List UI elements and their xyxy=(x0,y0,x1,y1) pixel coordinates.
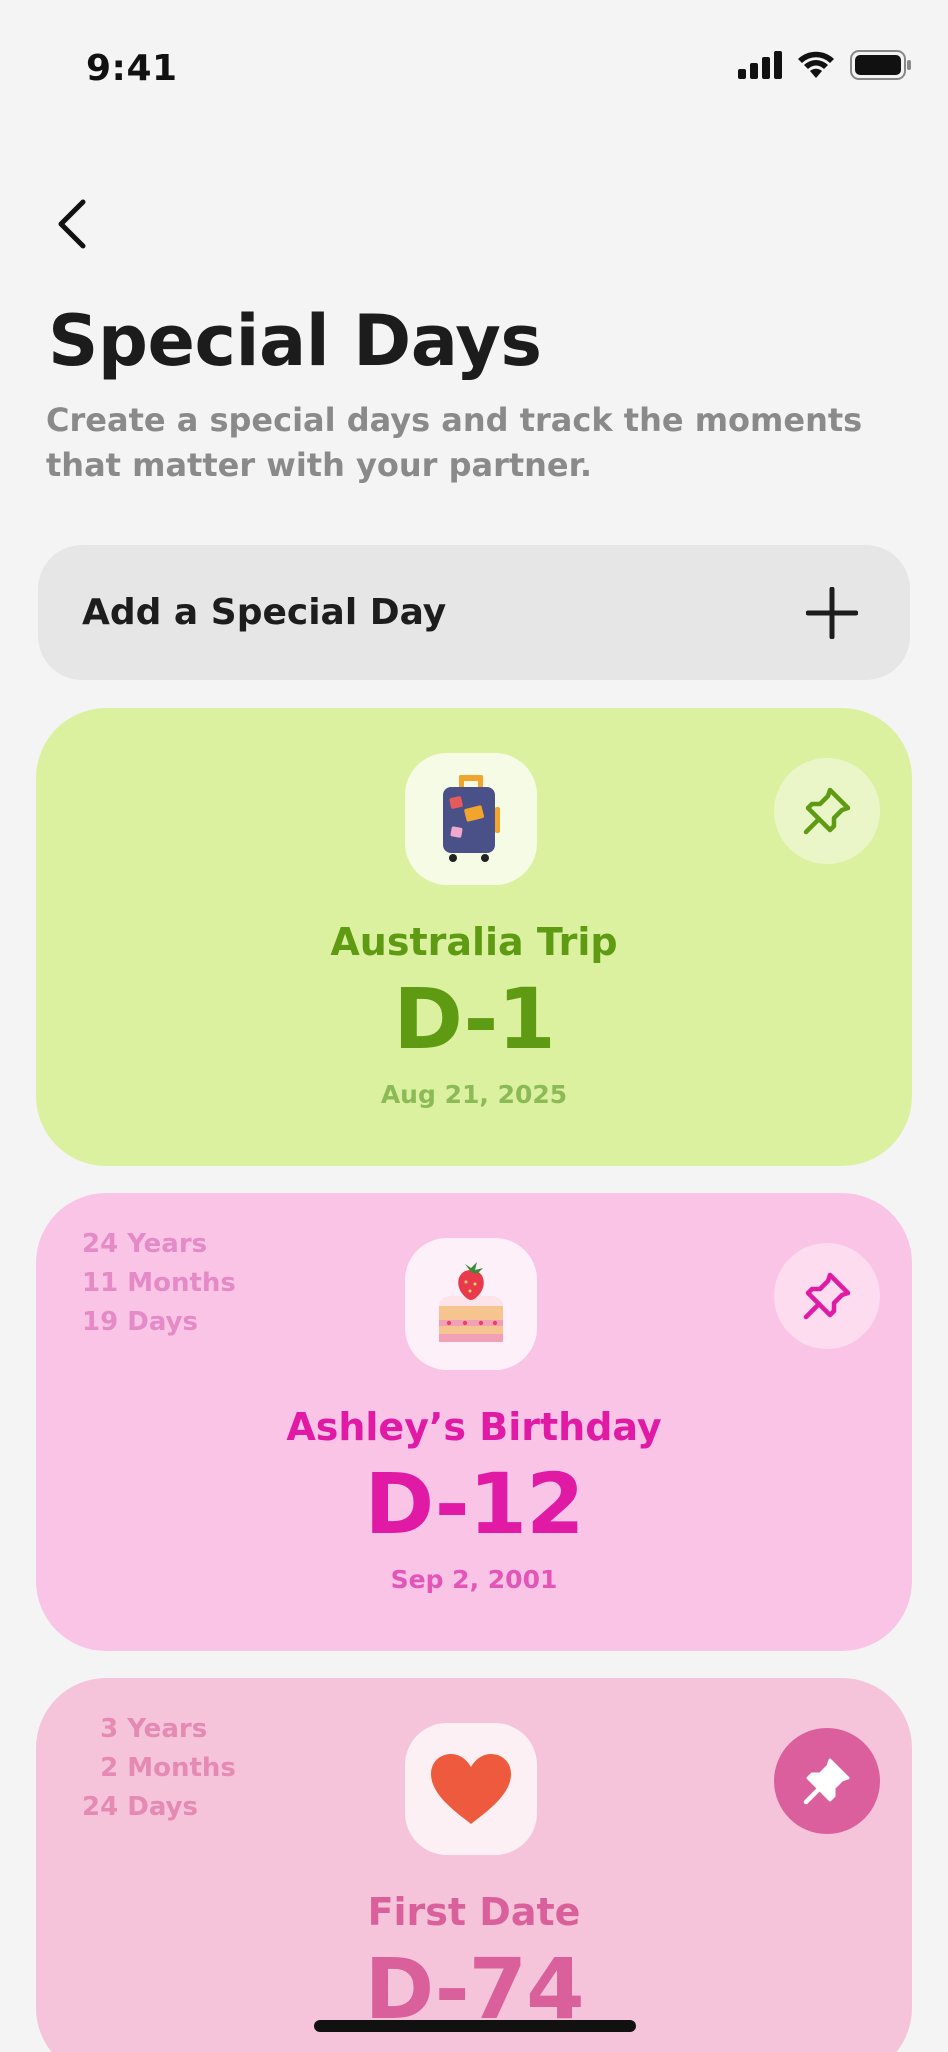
special-day-card[interactable]: Australia Trip D-1 Aug 21, 2025 xyxy=(36,708,912,1166)
card-icon-tile xyxy=(405,1723,537,1855)
special-day-card[interactable]: 24 Years 11 Months 19 Days Ashley’s Birt… xyxy=(36,1193,912,1651)
add-special-day-button[interactable]: Add a Special Day xyxy=(38,545,910,680)
card-dday: D-1 xyxy=(393,970,556,1068)
elapsed-days: 19 Days xyxy=(82,1307,198,1337)
status-time: 9:41 xyxy=(86,48,178,89)
card-icon-tile xyxy=(405,753,537,885)
page-title: Special Days xyxy=(48,300,542,382)
chevron-left-icon xyxy=(58,199,86,249)
elapsed-months: 11 Months xyxy=(82,1268,236,1298)
card-dday: D-12 xyxy=(364,1455,584,1553)
card-title: Australia Trip xyxy=(330,920,618,964)
special-day-card[interactable]: 3 Years 2 Months 24 Days First Date D-74 xyxy=(36,1678,912,2052)
pin-button[interactable] xyxy=(774,758,880,864)
suitcase-icon xyxy=(443,775,500,862)
card-date: Sep 2, 2001 xyxy=(390,1565,558,1594)
status-icons xyxy=(738,50,912,80)
elapsed-years: 3 Years xyxy=(82,1714,208,1744)
pin-button[interactable] xyxy=(774,1243,880,1349)
card-title: Ashley’s Birthday xyxy=(286,1405,662,1449)
elapsed-time: 24 Years 11 Months 19 Days xyxy=(82,1225,236,1342)
pin-filled-icon xyxy=(803,1758,850,1805)
card-icon-tile xyxy=(405,1238,537,1370)
wifi-icon xyxy=(798,51,834,78)
elapsed-months: 2 Months xyxy=(82,1753,236,1783)
elapsed-years: 24 Years xyxy=(82,1229,208,1259)
back-button[interactable] xyxy=(44,192,100,256)
page-subtitle: Create a special days and track the mome… xyxy=(46,401,863,484)
pin-icon xyxy=(803,787,851,835)
elapsed-days: 24 Days xyxy=(82,1792,198,1822)
add-special-day-label: Add a Special Day xyxy=(82,592,447,633)
card-title: First Date xyxy=(367,1890,581,1934)
battery-icon xyxy=(850,50,911,80)
status-bar: 9:41 xyxy=(0,0,948,140)
elapsed-time: 3 Years 2 Months 24 Days xyxy=(82,1710,236,1827)
pin-button[interactable] xyxy=(774,1728,880,1834)
heart-icon xyxy=(431,1754,511,1824)
home-indicator[interactable] xyxy=(314,2020,636,2032)
plus-icon xyxy=(806,586,858,639)
pin-icon xyxy=(803,1272,851,1320)
cake-icon xyxy=(439,1262,503,1342)
card-date: Aug 21, 2025 xyxy=(380,1080,568,1109)
cellular-signal-icon xyxy=(738,51,782,79)
